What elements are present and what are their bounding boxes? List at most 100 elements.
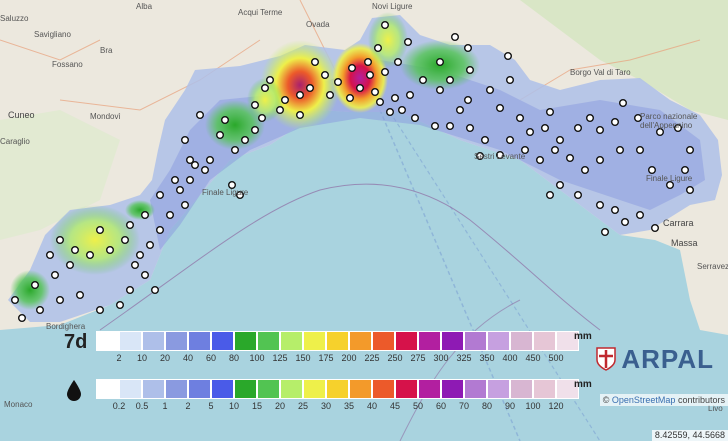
station-marker[interactable]: [311, 58, 320, 67]
station-marker[interactable]: [394, 58, 403, 67]
station-marker[interactable]: [230, 145, 239, 154]
station-marker[interactable]: [175, 185, 184, 194]
station-marker[interactable]: [150, 286, 159, 295]
station-marker[interactable]: [56, 235, 65, 244]
station-marker[interactable]: [258, 113, 267, 122]
station-marker[interactable]: [140, 271, 149, 280]
station-marker[interactable]: [120, 235, 129, 244]
station-marker[interactable]: [155, 190, 164, 199]
station-marker[interactable]: [250, 100, 259, 109]
station-marker[interactable]: [364, 58, 373, 67]
station-marker[interactable]: [155, 225, 164, 234]
station-marker[interactable]: [581, 165, 590, 174]
station-marker[interactable]: [456, 105, 465, 114]
station-marker[interactable]: [611, 205, 620, 214]
station-marker[interactable]: [145, 240, 154, 249]
station-marker[interactable]: [574, 123, 583, 132]
station-marker[interactable]: [481, 135, 490, 144]
station-marker[interactable]: [240, 135, 249, 144]
station-marker[interactable]: [371, 87, 380, 96]
station-marker[interactable]: [140, 210, 149, 219]
station-marker[interactable]: [195, 110, 204, 119]
station-marker[interactable]: [36, 306, 45, 315]
station-marker[interactable]: [464, 95, 473, 104]
osm-link[interactable]: OpenStreetMap: [612, 395, 676, 405]
station-marker[interactable]: [536, 155, 545, 164]
station-marker[interactable]: [596, 125, 605, 134]
station-marker[interactable]: [105, 245, 114, 254]
station-marker[interactable]: [681, 165, 690, 174]
station-marker[interactable]: [185, 155, 194, 164]
station-marker[interactable]: [386, 107, 395, 116]
station-marker[interactable]: [566, 153, 575, 162]
station-marker[interactable]: [404, 38, 413, 47]
station-marker[interactable]: [306, 83, 315, 92]
station-marker[interactable]: [446, 121, 455, 130]
station-marker[interactable]: [556, 180, 565, 189]
station-marker[interactable]: [276, 105, 285, 114]
station-marker[interactable]: [348, 63, 357, 72]
station-marker[interactable]: [266, 75, 275, 84]
station-marker[interactable]: [135, 250, 144, 259]
station-marker[interactable]: [686, 185, 695, 194]
station-marker[interactable]: [546, 190, 555, 199]
station-marker[interactable]: [406, 90, 415, 99]
station-marker[interactable]: [374, 44, 383, 53]
station-marker[interactable]: [451, 33, 460, 42]
station-marker[interactable]: [115, 301, 124, 310]
station-marker[interactable]: [621, 217, 630, 226]
station-marker[interactable]: [596, 200, 605, 209]
station-marker[interactable]: [205, 155, 214, 164]
station-marker[interactable]: [296, 110, 305, 119]
station-marker[interactable]: [541, 123, 550, 132]
station-marker[interactable]: [686, 145, 695, 154]
station-marker[interactable]: [95, 225, 104, 234]
station-marker[interactable]: [75, 291, 84, 300]
station-marker[interactable]: [506, 135, 515, 144]
station-marker[interactable]: [516, 113, 525, 122]
station-marker[interactable]: [616, 145, 625, 154]
station-marker[interactable]: [381, 21, 390, 30]
station-marker[interactable]: [398, 105, 407, 114]
station-marker[interactable]: [411, 113, 420, 122]
station-marker[interactable]: [419, 75, 428, 84]
station-marker[interactable]: [464, 44, 473, 53]
station-marker[interactable]: [651, 223, 660, 232]
station-marker[interactable]: [551, 145, 560, 154]
station-marker[interactable]: [321, 70, 330, 79]
station-marker[interactable]: [281, 95, 290, 104]
station-marker[interactable]: [130, 261, 139, 270]
station-marker[interactable]: [70, 245, 79, 254]
station-marker[interactable]: [376, 97, 385, 106]
station-marker[interactable]: [486, 85, 495, 94]
station-marker[interactable]: [356, 83, 365, 92]
station-marker[interactable]: [496, 103, 505, 112]
station-marker[interactable]: [170, 175, 179, 184]
station-marker[interactable]: [10, 296, 19, 305]
station-marker[interactable]: [636, 145, 645, 154]
station-marker[interactable]: [46, 250, 55, 259]
station-marker[interactable]: [56, 296, 65, 305]
station-marker[interactable]: [51, 271, 60, 280]
station-marker[interactable]: [381, 67, 390, 76]
station-marker[interactable]: [261, 83, 270, 92]
station-marker[interactable]: [220, 115, 229, 124]
station-marker[interactable]: [250, 125, 259, 134]
station-marker[interactable]: [446, 75, 455, 84]
station-marker[interactable]: [296, 90, 305, 99]
station-marker[interactable]: [504, 52, 513, 61]
station-marker[interactable]: [366, 70, 375, 79]
station-marker[interactable]: [506, 75, 515, 84]
station-marker[interactable]: [125, 220, 134, 229]
station-marker[interactable]: [125, 286, 134, 295]
station-marker[interactable]: [18, 314, 27, 323]
station-marker[interactable]: [601, 227, 610, 236]
station-marker[interactable]: [466, 123, 475, 132]
station-marker[interactable]: [556, 135, 565, 144]
station-marker[interactable]: [466, 65, 475, 74]
station-marker[interactable]: [611, 117, 620, 126]
station-marker[interactable]: [85, 250, 94, 259]
station-marker[interactable]: [431, 121, 440, 130]
station-marker[interactable]: [436, 58, 445, 67]
station-marker[interactable]: [391, 93, 400, 102]
